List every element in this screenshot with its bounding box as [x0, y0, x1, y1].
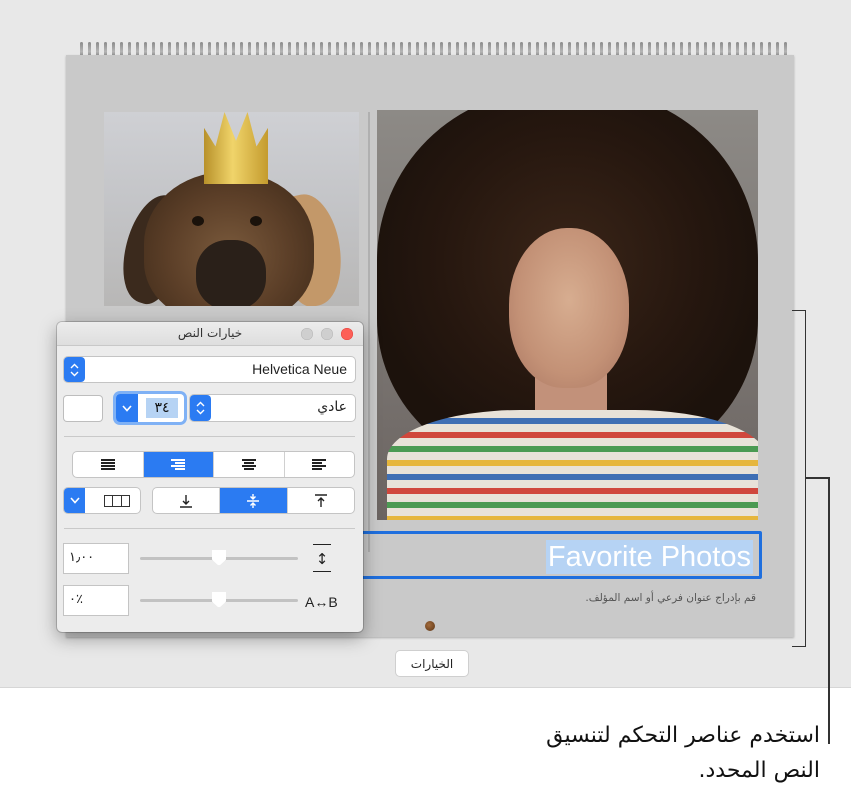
striped-shirt	[387, 410, 758, 520]
panel-titlebar[interactable]: خيارات النص	[57, 322, 363, 346]
separator	[64, 436, 355, 437]
align-top-icon	[314, 493, 327, 507]
chevron-updown-icon[interactable]	[64, 357, 85, 382]
align-bottom-button[interactable]	[153, 488, 219, 513]
separator	[64, 528, 355, 529]
align-right-button[interactable]	[142, 452, 213, 477]
align-middle-button[interactable]	[219, 488, 287, 513]
alignment-segmented-control	[73, 452, 354, 477]
columns-popup[interactable]	[64, 488, 140, 513]
font-size-field[interactable]: ٣٤	[116, 394, 184, 422]
calendar-subtitle-placeholder[interactable]: قم بإدراج عنوان فرعي أو اسم المؤلف.	[585, 592, 756, 604]
callout-caption-line: النص المحدد.	[698, 758, 820, 783]
close-button[interactable]	[341, 328, 353, 340]
options-button[interactable]: الخيارات	[396, 651, 468, 676]
page-divider	[368, 112, 370, 552]
vertical-alignment-segmented-control	[153, 488, 354, 513]
panel-title: خيارات النص	[177, 326, 243, 340]
crown	[204, 112, 268, 184]
justify-button[interactable]	[73, 452, 143, 477]
page-indicator-dot	[425, 621, 435, 631]
minimize-button[interactable]	[321, 328, 333, 340]
align-right-icon	[171, 459, 186, 470]
calendar-title-selected-text[interactable]: Favorite Photos	[545, 540, 753, 574]
align-left-button[interactable]	[283, 452, 355, 477]
portrait-photo[interactable]	[377, 110, 758, 520]
calendar-title-field[interactable]: Favorite Photos	[359, 531, 762, 579]
justify-icon	[100, 459, 115, 470]
line-spacing-field[interactable]: ١٫٠٠	[64, 544, 128, 573]
line-spacing-slider[interactable]	[140, 550, 298, 566]
slider-knob[interactable]	[212, 550, 226, 566]
chevron-down-icon[interactable]	[64, 488, 85, 513]
chevron-updown-icon[interactable]	[190, 395, 211, 421]
slider-knob[interactable]	[212, 592, 226, 608]
align-center-button[interactable]	[213, 452, 284, 477]
face	[509, 228, 629, 388]
align-left-icon	[312, 459, 327, 470]
line-spacing-icon: ↕	[313, 544, 331, 572]
font-family-popup[interactable]: Helvetica Neue	[64, 357, 355, 382]
dog-eye	[192, 216, 204, 226]
columns-icon	[104, 495, 130, 507]
callout-bracket-stem	[806, 477, 828, 479]
callout-caption: استخدم عناصر التحكم لتنسيق النص المحدد.	[460, 718, 820, 788]
text-color-well[interactable]	[64, 396, 102, 421]
align-top-button[interactable]	[286, 488, 354, 513]
zoom-button[interactable]	[301, 328, 313, 340]
callout-leader-line	[828, 477, 830, 744]
text-options-panel: خيارات النص Helvetica Neue ٣٤ عادي ١٫٠٠ …	[57, 322, 363, 632]
callout-caption-line: استخدم عناصر التحكم لتنسيق	[546, 723, 820, 748]
character-spacing-icon: A↔B	[305, 594, 338, 610]
character-spacing-slider[interactable]	[140, 592, 298, 608]
align-bottom-icon	[180, 494, 193, 508]
dog-eye	[250, 216, 262, 226]
dog-snout	[196, 240, 266, 306]
font-family-value: Helvetica Neue	[252, 361, 347, 377]
character-spacing-field[interactable]: ٪٠	[64, 586, 128, 615]
font-style-value: عادي	[317, 399, 347, 415]
font-size-value[interactable]: ٣٤	[146, 398, 178, 418]
align-middle-icon	[247, 493, 260, 508]
dog-photo[interactable]	[104, 112, 359, 306]
align-center-icon	[241, 459, 256, 470]
callout-bracket	[792, 310, 806, 647]
chevron-down-icon[interactable]	[116, 394, 138, 422]
font-style-popup[interactable]: عادي	[190, 395, 355, 421]
